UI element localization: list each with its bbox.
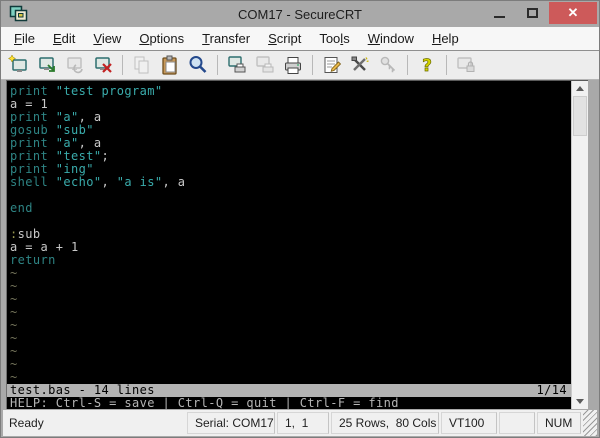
down-triangle-icon <box>576 399 584 404</box>
terminal-line: ~ <box>10 318 18 332</box>
find-icon[interactable] <box>185 53 211 77</box>
terminal-line: ~ <box>10 266 18 280</box>
terminal-line: print "test"; <box>10 149 110 163</box>
terminal-line: shell "echo", "a is", a <box>10 175 186 189</box>
maximize-icon <box>527 8 538 18</box>
editor-help-line: HELP: Ctrl-S = save | Ctrl-Q = quit | Ct… <box>7 397 571 409</box>
editor-line-position: 1/14 <box>536 383 567 397</box>
terminal-line: ~ <box>10 331 18 345</box>
print-screen-icon[interactable] <box>224 53 250 77</box>
close-icon: ✕ <box>567 5 579 20</box>
lock-terminal-icon <box>453 53 479 77</box>
scrollbar-up-arrow[interactable] <box>572 81 588 96</box>
toolbar-separator <box>312 55 313 75</box>
menu-item-view[interactable]: View <box>84 28 130 49</box>
menu-item-edit[interactable]: Edit <box>44 28 84 49</box>
terminal-line: ~ <box>10 279 18 293</box>
terminal-line: print "test program" <box>10 84 163 98</box>
terminal-line: ~ <box>10 357 18 371</box>
close-button[interactable]: ✕ <box>549 2 597 24</box>
status-numlock: NUM <box>537 412 581 434</box>
session-options-icon[interactable] <box>319 53 345 77</box>
toolbar: ? <box>1 51 599 80</box>
toolbar-separator <box>407 55 408 75</box>
app-icon <box>9 5 28 22</box>
terminal-line: ~ <box>10 344 18 358</box>
terminal-area: print "test program" a = 1 print "a", a gos… <box>6 80 588 409</box>
status-serial: Serial: COM17 <box>187 412 275 434</box>
scrollbar-thumb[interactable] <box>573 96 587 136</box>
quick-connect-icon[interactable] <box>34 53 60 77</box>
scrollbar-track[interactable] <box>572 96 588 394</box>
up-triangle-icon <box>576 86 584 91</box>
terminal-screen[interactable]: print "test program" a = 1 print "a", a gos… <box>7 81 571 409</box>
minimize-button[interactable] <box>483 2 516 24</box>
terminal-line: return <box>10 253 56 267</box>
menu-item-window[interactable]: Window <box>359 28 423 49</box>
toolbar-separator <box>122 55 123 75</box>
terminal-line: a = a + 1 <box>10 240 79 254</box>
terminal-line: end <box>10 201 33 215</box>
menu-item-options[interactable]: Options <box>130 28 193 49</box>
terminal-line: :sub <box>10 227 41 241</box>
resize-grip[interactable] <box>583 410 597 436</box>
minimize-icon <box>494 16 505 18</box>
connect-icon[interactable] <box>6 53 32 77</box>
toolbar-separator <box>446 55 447 75</box>
terminal-line: print "a", a <box>10 110 102 124</box>
global-options-icon[interactable] <box>347 53 373 77</box>
menu-item-help[interactable]: Help <box>423 28 468 49</box>
reconnect-icon <box>62 53 88 77</box>
menu-bar: File Edit View Options Transfer Script Tools Wi… <box>1 27 599 51</box>
status-terminal-size: 25 Rows, 80 Cols <box>331 412 439 434</box>
key-exchange-icon <box>375 53 401 77</box>
securecrt-window: COM17 - SecureCRT ✕ File Edit View Options T… <box>0 0 600 438</box>
title-bar[interactable]: COM17 - SecureCRT ✕ <box>1 1 599 27</box>
disconnect-icon[interactable] <box>90 53 116 77</box>
terminal-line: ~ <box>10 292 18 306</box>
maximize-button[interactable] <box>516 2 549 24</box>
scrollbar-down-arrow[interactable] <box>572 394 588 409</box>
terminal-code: print "test program" a = 1 print "a", a gos… <box>7 81 571 384</box>
status-emulation: VT100 <box>441 412 497 434</box>
menu-item-file[interactable]: File <box>5 28 44 49</box>
help-icon[interactable]: ? <box>414 53 440 77</box>
status-bar: Ready Serial: COM17 1, 1 25 Rows, 80 Col… <box>3 410 597 436</box>
svg-text:?: ? <box>422 56 432 76</box>
menu-item-tools[interactable]: Tools <box>310 28 358 49</box>
print-selection-icon <box>252 53 278 77</box>
copy-icon <box>129 53 155 77</box>
menu-item-transfer[interactable]: Transfer <box>193 28 259 49</box>
status-ready: Ready <box>9 416 44 430</box>
paste-icon[interactable] <box>157 53 183 77</box>
menu-item-script[interactable]: Script <box>259 28 310 49</box>
print-icon[interactable] <box>280 53 306 77</box>
terminal-line: ~ <box>10 305 18 319</box>
toolbar-separator <box>217 55 218 75</box>
status-extra <box>499 412 535 434</box>
status-cursor-position: 1, 1 <box>277 412 329 434</box>
terminal-scrollbar[interactable] <box>571 81 588 409</box>
